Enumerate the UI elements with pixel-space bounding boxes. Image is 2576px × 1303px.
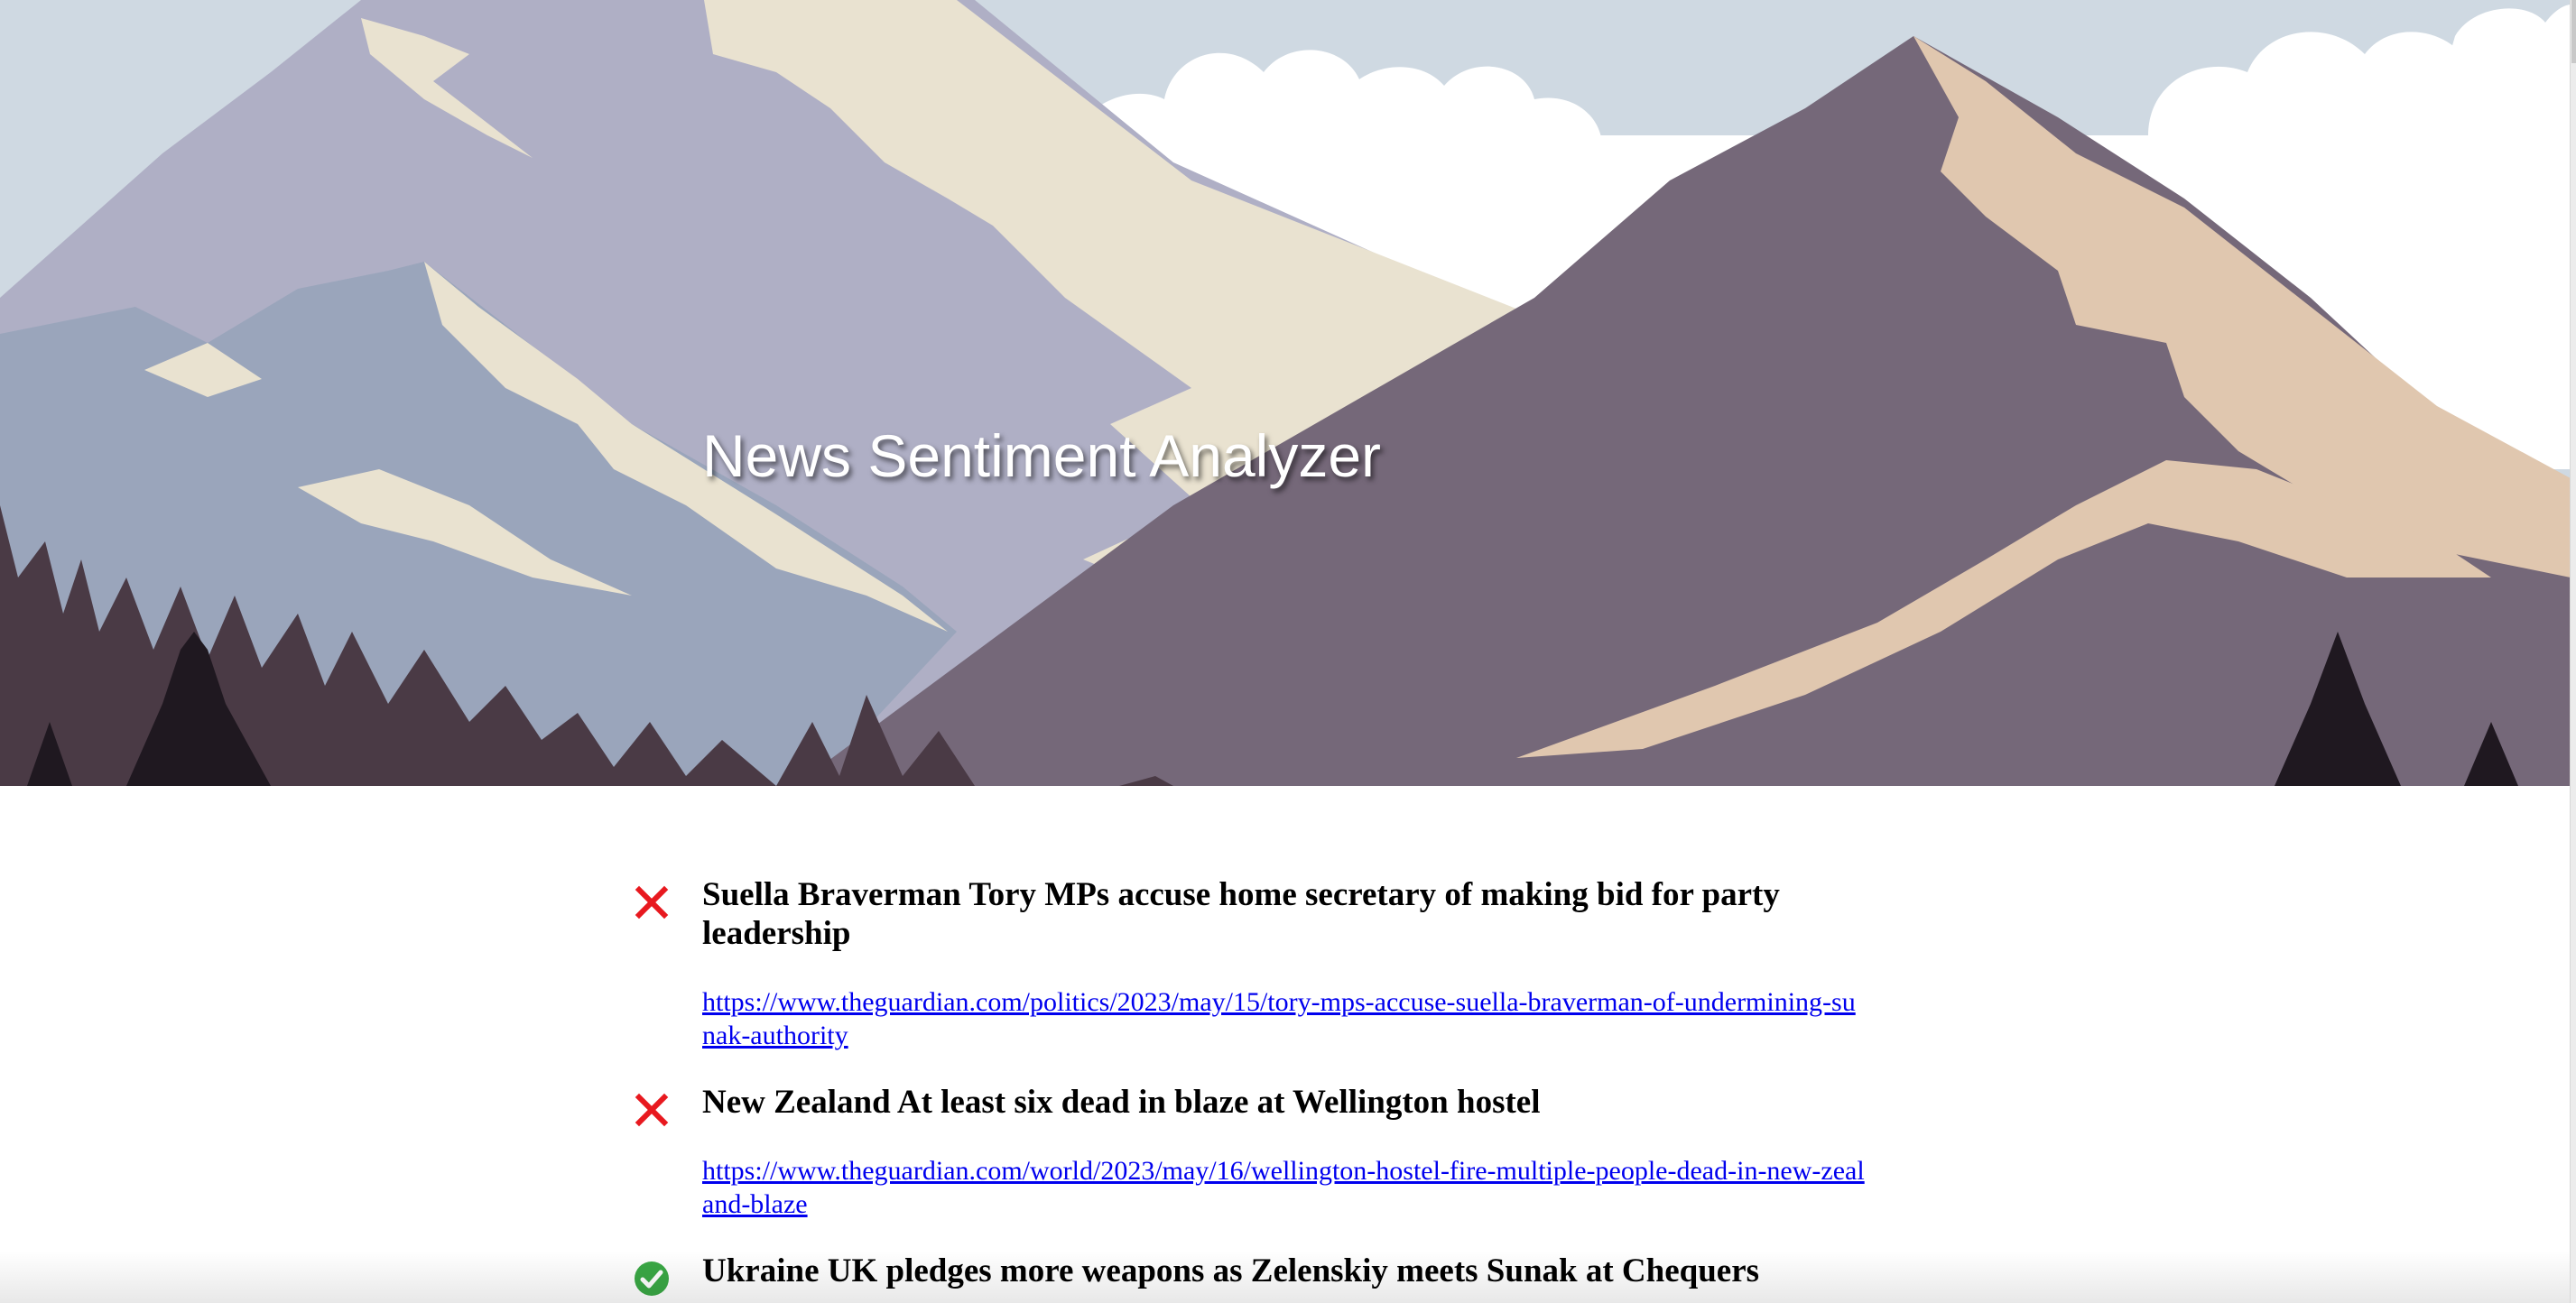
article-title: Suella Braverman Tory MPs accuse home se… <box>702 876 1780 952</box>
check-circle-icon <box>634 1261 670 1297</box>
article-title: Ukraine UK pledges more weapons as Zelen… <box>702 1252 1760 1289</box>
page: News Sentiment Analyzer Suella Braverman… <box>0 0 2576 1303</box>
cross-icon <box>634 884 670 920</box>
cross-icon <box>634 1092 670 1128</box>
list-item: Suella Braverman Tory MPs accuse home se… <box>623 875 1868 1052</box>
article-link[interactable]: https://www.theguardian.com/world/2023/m… <box>702 1154 1868 1221</box>
page-title: News Sentiment Analyzer <box>702 422 1382 489</box>
list-item: New Zealand At least six dead in blaze a… <box>623 1083 1868 1221</box>
news-list: Suella Braverman Tory MPs accuse home se… <box>623 875 1868 1303</box>
scrollbar-thumb[interactable] <box>2571 0 2576 63</box>
hero-banner: News Sentiment Analyzer <box>0 0 2571 786</box>
mountain-landscape-illustration <box>0 0 2571 786</box>
list-item: Ukraine UK pledges more weapons as Zelen… <box>623 1252 1868 1296</box>
article-title: New Zealand At least six dead in blaze a… <box>702 1084 1541 1121</box>
article-link[interactable]: https://www.theguardian.com/politics/202… <box>702 985 1868 1052</box>
scrollbar[interactable] <box>2570 0 2576 1303</box>
